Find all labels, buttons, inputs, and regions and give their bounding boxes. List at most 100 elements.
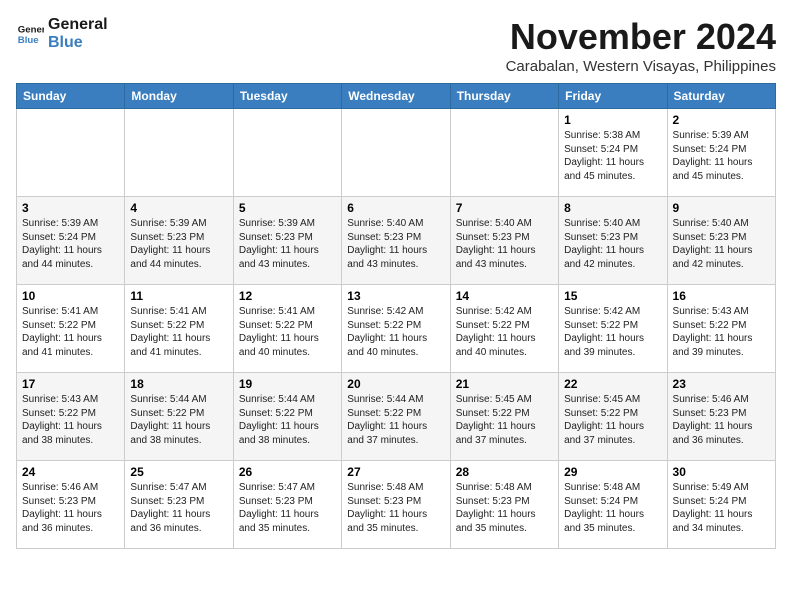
calendar-cell [125, 109, 233, 197]
day-number: 8 [564, 201, 661, 215]
day-info: Sunrise: 5:44 AM Sunset: 5:22 PM Dayligh… [239, 393, 336, 447]
day-number: 27 [347, 465, 444, 479]
weekday-header: Wednesday [342, 84, 450, 109]
calendar-cell: 26Sunrise: 5:47 AM Sunset: 5:23 PM Dayli… [233, 461, 341, 549]
calendar-week-row: 17 Sunrise: 5:43 AM Sunset: 5:22 PM Dayli… [17, 373, 776, 461]
day-number: 22 [564, 377, 661, 391]
day-info: Sunrise: 5:44 AM Sunset: 5:22 PM Dayligh… [130, 393, 227, 447]
weekday-header: Tuesday [233, 84, 341, 109]
day-info: Sunrise: 5:41 AM Sunset: 5:22 PM Dayligh… [130, 305, 227, 359]
calendar-cell: 15Sunrise: 5:42 AM Sunset: 5:22 PM Dayli… [559, 285, 667, 373]
calendar-cell: 16 Sunrise: 5:43 AM Sunset: 5:22 PM Dayli… [667, 285, 775, 373]
day-number: 1 [564, 113, 661, 127]
day-info: Sunrise: 5:40 AM Sunset: 5:23 PM Dayligh… [347, 217, 444, 271]
day-info: Sunrise: 5:39 AM Sunset: 5:23 PM Dayligh… [239, 217, 336, 271]
svg-text:General: General [18, 24, 44, 35]
calendar-header-row: SundayMondayTuesdayWednesdayThursdayFrid… [17, 84, 776, 109]
day-number: 18 [130, 377, 227, 391]
calendar-cell: 27 Sunrise: 5:48 AM Sunset: 5:23 PM Dayli… [342, 461, 450, 549]
day-number: 3 [22, 201, 119, 215]
day-info: Sunrise: 5:41 AM Sunset: 5:22 PM Dayligh… [22, 305, 119, 359]
calendar-week-row: 24 Sunrise: 5:46 AM Sunset: 5:23 PM Dayli… [17, 461, 776, 549]
logo-icon: General Blue [16, 20, 44, 48]
day-number: 13 [347, 289, 444, 303]
day-number: 12 [239, 289, 336, 303]
day-info: Sunrise: 5:45 AM Sunset: 5:22 PM Dayligh… [456, 393, 553, 447]
day-number: 26 [239, 465, 336, 479]
day-info: Sunrise: 5:39 AM Sunset: 5:24 PM Dayligh… [22, 217, 119, 271]
day-number: 7 [456, 201, 553, 215]
calendar-week-row: 10 Sunrise: 5:41 AM Sunset: 5:22 PM Dayli… [17, 285, 776, 373]
calendar-cell: 29 Sunrise: 5:48 AM Sunset: 5:24 PM Dayli… [559, 461, 667, 549]
calendar-week-row: 3 Sunrise: 5:39 AM Sunset: 5:24 PM Daylig… [17, 197, 776, 285]
calendar-cell: 20 Sunrise: 5:44 AM Sunset: 5:22 PM Dayli… [342, 373, 450, 461]
day-info: Sunrise: 5:48 AM Sunset: 5:23 PM Dayligh… [347, 481, 444, 535]
day-info: Sunrise: 5:42 AM Sunset: 5:22 PM Dayligh… [456, 305, 553, 359]
day-info: Sunrise: 5:43 AM Sunset: 5:22 PM Dayligh… [673, 305, 770, 359]
day-number: 24 [22, 465, 119, 479]
day-info: Sunrise: 5:46 AM Sunset: 5:23 PM Dayligh… [22, 481, 119, 535]
day-number: 28 [456, 465, 553, 479]
logo-general: General [48, 16, 108, 34]
calendar-cell: 19 Sunrise: 5:44 AM Sunset: 5:22 PM Dayli… [233, 373, 341, 461]
calendar-cell: 10 Sunrise: 5:41 AM Sunset: 5:22 PM Dayli… [17, 285, 125, 373]
location: Carabalan, Western Visayas, Philippines [506, 58, 776, 75]
day-info: Sunrise: 5:44 AM Sunset: 5:22 PM Dayligh… [347, 393, 444, 447]
calendar-cell: 5 Sunrise: 5:39 AM Sunset: 5:23 PM Daylig… [233, 197, 341, 285]
day-number: 11 [130, 289, 227, 303]
page-header: General Blue General Blue November 2024 … [16, 16, 776, 75]
calendar-cell: 18 Sunrise: 5:44 AM Sunset: 5:22 PM Dayli… [125, 373, 233, 461]
day-info: Sunrise: 5:45 AM Sunset: 5:22 PM Dayligh… [564, 393, 661, 447]
day-number: 30 [673, 465, 770, 479]
day-info: Sunrise: 5:48 AM Sunset: 5:24 PM Dayligh… [564, 481, 661, 535]
weekday-header: Friday [559, 84, 667, 109]
calendar-cell: 3 Sunrise: 5:39 AM Sunset: 5:24 PM Daylig… [17, 197, 125, 285]
day-number: 19 [239, 377, 336, 391]
calendar-cell: 11 Sunrise: 5:41 AM Sunset: 5:22 PM Dayli… [125, 285, 233, 373]
day-info: Sunrise: 5:43 AM Sunset: 5:22 PM Dayligh… [22, 393, 119, 447]
day-info: Sunrise: 5:48 AM Sunset: 5:23 PM Dayligh… [456, 481, 553, 535]
day-number: 25 [130, 465, 227, 479]
day-number: 29 [564, 465, 661, 479]
calendar-cell: 24 Sunrise: 5:46 AM Sunset: 5:23 PM Dayli… [17, 461, 125, 549]
calendar-cell: 2Sunrise: 5:39 AM Sunset: 5:24 PM Daylig… [667, 109, 775, 197]
weekday-header: Thursday [450, 84, 558, 109]
day-info: Sunrise: 5:38 AM Sunset: 5:24 PM Dayligh… [564, 129, 661, 183]
calendar-cell: 12Sunrise: 5:41 AM Sunset: 5:22 PM Dayli… [233, 285, 341, 373]
calendar-cell [233, 109, 341, 197]
day-info: Sunrise: 5:49 AM Sunset: 5:24 PM Dayligh… [673, 481, 770, 535]
day-number: 10 [22, 289, 119, 303]
calendar-cell: 28 Sunrise: 5:48 AM Sunset: 5:23 PM Dayli… [450, 461, 558, 549]
day-number: 20 [347, 377, 444, 391]
logo-blue: Blue [48, 34, 108, 52]
day-info: Sunrise: 5:42 AM Sunset: 5:22 PM Dayligh… [347, 305, 444, 359]
day-number: 14 [456, 289, 553, 303]
calendar-cell: 21Sunrise: 5:45 AM Sunset: 5:22 PM Dayli… [450, 373, 558, 461]
logo: General Blue General Blue [16, 16, 108, 51]
calendar-cell: 22 Sunrise: 5:45 AM Sunset: 5:22 PM Dayli… [559, 373, 667, 461]
day-number: 16 [673, 289, 770, 303]
title-block: November 2024 Carabalan, Western Visayas… [506, 16, 776, 75]
day-number: 17 [22, 377, 119, 391]
weekday-header: Sunday [17, 84, 125, 109]
day-info: Sunrise: 5:39 AM Sunset: 5:23 PM Dayligh… [130, 217, 227, 271]
calendar-cell: 25 Sunrise: 5:47 AM Sunset: 5:23 PM Dayli… [125, 461, 233, 549]
calendar-cell: 30 Sunrise: 5:49 AM Sunset: 5:24 PM Dayli… [667, 461, 775, 549]
day-info: Sunrise: 5:47 AM Sunset: 5:23 PM Dayligh… [130, 481, 227, 535]
calendar-cell: 1 Sunrise: 5:38 AM Sunset: 5:24 PM Daylig… [559, 109, 667, 197]
day-info: Sunrise: 5:40 AM Sunset: 5:23 PM Dayligh… [673, 217, 770, 271]
weekday-header: Monday [125, 84, 233, 109]
calendar-cell: 13 Sunrise: 5:42 AM Sunset: 5:22 PM Dayli… [342, 285, 450, 373]
calendar-cell: 7Sunrise: 5:40 AM Sunset: 5:23 PM Daylig… [450, 197, 558, 285]
day-number: 5 [239, 201, 336, 215]
day-number: 2 [673, 113, 770, 127]
day-number: 4 [130, 201, 227, 215]
svg-text:Blue: Blue [18, 34, 39, 45]
calendar-cell: 17 Sunrise: 5:43 AM Sunset: 5:22 PM Dayli… [17, 373, 125, 461]
month-title: November 2024 [506, 16, 776, 58]
calendar-cell [17, 109, 125, 197]
day-number: 15 [564, 289, 661, 303]
calendar-table: SundayMondayTuesdayWednesdayThursdayFrid… [16, 83, 776, 549]
calendar-cell [342, 109, 450, 197]
calendar-cell: 4 Sunrise: 5:39 AM Sunset: 5:23 PM Daylig… [125, 197, 233, 285]
